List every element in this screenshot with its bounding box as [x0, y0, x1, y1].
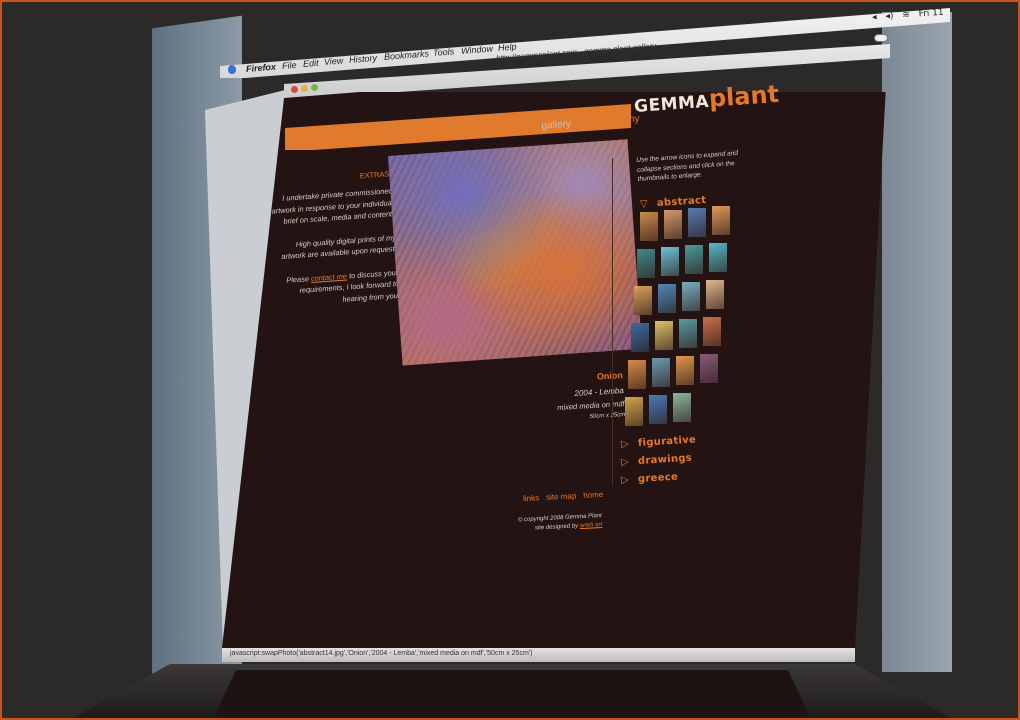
volume-icon[interactable]: ◂) [885, 11, 894, 22]
gallery-thumbnail[interactable] [658, 284, 676, 313]
footer-link-site-map[interactable]: site map [546, 491, 577, 502]
nav-separator: • [396, 131, 401, 143]
gallery-thumbnail[interactable] [703, 317, 721, 346]
nav-separator: • [574, 118, 579, 130]
minimize-window-icon[interactable] [301, 85, 308, 92]
menu-help[interactable]: Help [498, 42, 517, 53]
bluetooth-icon[interactable]: ◂ [872, 12, 877, 22]
nav-news[interactable]: news [369, 132, 393, 145]
gallery-thumbnail[interactable] [631, 323, 649, 352]
footer-link-links[interactable]: links [523, 493, 539, 503]
gallery-thumbnail[interactable] [685, 245, 703, 274]
extras-contact-text: Please contact me to discuss your requir… [285, 267, 401, 304]
expand-arrow-icon[interactable]: ▷ [621, 457, 630, 468]
gallery-thumbnail[interactable] [649, 395, 667, 424]
nav-separator: • [361, 134, 367, 146]
extras-panel: EXTRAS: I undertake private commissioned… [265, 168, 401, 322]
menu-tools[interactable]: Tools [433, 46, 455, 58]
gallery-thumbnail[interactable] [634, 286, 652, 315]
monitor-screen: Firefox File Edit View History Bookmarks… [0, 0, 1020, 720]
gallery-thumbnail[interactable] [706, 280, 724, 309]
artwork-image[interactable] [388, 139, 643, 366]
gallery-thumbnail[interactable] [682, 282, 700, 311]
expand-arrow-icon[interactable]: ▷ [621, 439, 630, 450]
gallery-thumbnail[interactable] [664, 210, 682, 239]
gallery-thumbnail[interactable] [673, 393, 691, 422]
logo-plant-text: plant [707, 79, 780, 113]
footer-link-home[interactable]: home [583, 490, 603, 500]
gallery-thumbnail[interactable] [661, 247, 679, 276]
gallery-thumbnail[interactable] [652, 358, 670, 387]
menu-view[interactable]: View [324, 55, 344, 66]
gallery-thumbnail[interactable] [676, 356, 694, 385]
gallery-thumbnail[interactable] [709, 243, 727, 272]
contact-me-link[interactable]: contact me [311, 271, 348, 283]
gallery-thumbnail[interactable] [712, 206, 730, 235]
menu-file[interactable]: File [282, 60, 297, 71]
gallery-thumbnail[interactable] [700, 354, 718, 383]
gallery-thumbnail[interactable] [640, 212, 658, 241]
gallery-thumbnail[interactable] [628, 360, 646, 389]
gallery-thumbnail[interactable] [637, 249, 655, 278]
nav-separator: • [533, 121, 539, 133]
expand-arrow-icon[interactable]: ▷ [621, 475, 630, 486]
nav-separator: • [475, 125, 480, 137]
clock[interactable]: Fri 11 [918, 8, 944, 20]
menu-edit[interactable]: Edit [303, 58, 319, 69]
toolbar-toggle-button[interactable] [874, 34, 888, 42]
close-window-icon[interactable] [291, 86, 298, 93]
gallery-thumbnail[interactable] [625, 397, 643, 426]
gallery-thumbnail[interactable] [655, 321, 673, 350]
wifi-icon[interactable]: ≋ [902, 10, 910, 21]
extras-prints-text: High quality digital prints of my artwor… [281, 232, 397, 262]
logo-gemma-text: GEMMA [633, 91, 710, 117]
collapse-arrow-icon[interactable]: ▽ [640, 199, 649, 210]
statusbar-text: javascript:swapPhoto('abstract14.jpg','O… [230, 650, 533, 657]
gallery-thumbnail[interactable] [679, 319, 697, 348]
apple-icon[interactable] [227, 64, 237, 75]
nav-gallery[interactable]: gallery [541, 119, 571, 132]
gallery-thumbnail[interactable] [688, 208, 706, 237]
designer-link[interactable]: arteh art [580, 522, 603, 529]
extras-commission-text: I undertake private commissioned artwork… [271, 186, 395, 227]
artwork-caption: Onion 2004 - Lemba mixed media on mdf 50… [519, 370, 626, 424]
zoom-window-icon[interactable] [311, 84, 318, 91]
